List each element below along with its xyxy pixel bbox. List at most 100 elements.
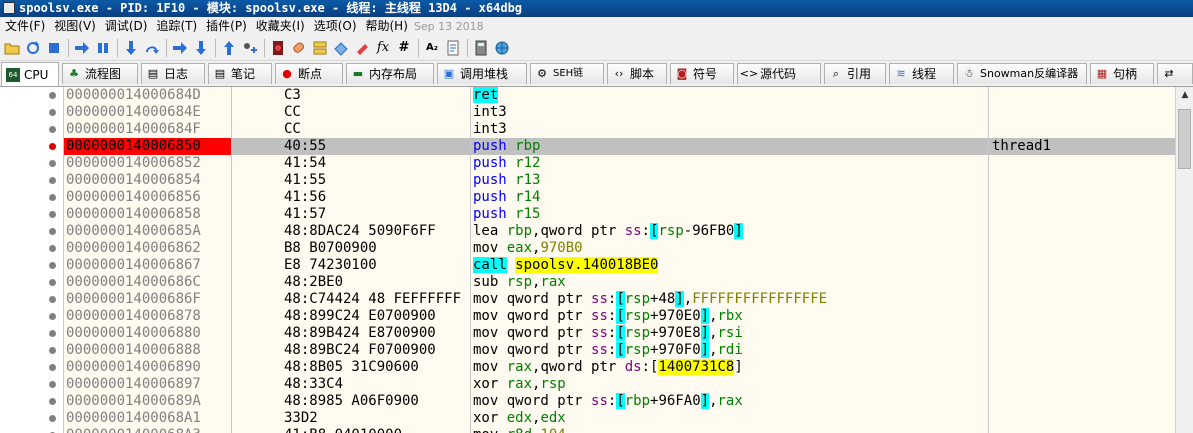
gutter-dot-icon[interactable] <box>49 262 56 269</box>
breakpoint-gutter[interactable] <box>0 87 63 104</box>
scroll-thumb[interactable] <box>1178 109 1191 169</box>
gutter-dot-icon[interactable] <box>49 398 56 405</box>
disasm-row[interactable]: 000000014000684D C3 ret <box>0 87 1175 104</box>
labels-icon[interactable] <box>332 39 350 57</box>
menu-options[interactable]: 选项(O) <box>309 17 361 35</box>
bookmarks-icon[interactable] <box>353 39 371 57</box>
breakpoint-gutter[interactable] <box>0 376 63 393</box>
disasm-row[interactable]: 000000014000689A 48:8985 A06F0900 mov qwor… <box>0 393 1175 410</box>
breakpoint-gutter[interactable] <box>0 342 63 359</box>
disasm-row[interactable]: 0000000140006854 41:55 push r13 <box>0 172 1175 189</box>
breakpoint-gutter[interactable] <box>0 121 63 138</box>
gutter-dot-icon[interactable] <box>49 228 56 235</box>
step-over-icon[interactable] <box>143 39 161 57</box>
disasm-row[interactable]: 0000000140006890 48:8B05 31C90600 mov rax,… <box>0 359 1175 376</box>
disasm-row[interactable]: 0000000140006858 41:57 push r15 <box>0 206 1175 223</box>
disasm-row[interactable]: 00000001400068A3 41:B8 04010000mov r8d,10… <box>0 427 1175 433</box>
menu-debug[interactable]: 调试(D) <box>100 17 152 35</box>
strings-icon[interactable] <box>444 39 462 57</box>
gutter-dot-icon[interactable] <box>49 109 56 116</box>
breakpoint-gutter[interactable] <box>0 427 63 433</box>
disassembly-view[interactable]: 000000014000684D C3 ret 000000014000684E CC i… <box>0 87 1193 433</box>
gutter-dot-icon[interactable] <box>49 347 56 354</box>
disasm-row[interactable]: 0000000140006862 B8 B0700900 mov eax,970B0 <box>0 240 1175 257</box>
scroll-up-icon[interactable]: ▲ <box>1178 87 1192 103</box>
tab-memory-map[interactable]: ▬ 内存布局 <box>346 63 434 84</box>
tab-cpu[interactable]: 64 CPU <box>1 62 59 86</box>
menu-help[interactable]: 帮助(H) <box>361 17 412 35</box>
tab-notes[interactable]: ▤ 笔记 <box>208 63 272 84</box>
menu-trace[interactable]: 追踪(T) <box>151 17 201 35</box>
breakpoint-gutter[interactable] <box>0 189 63 206</box>
tab-source[interactable]: <> 源代码 <box>737 63 821 84</box>
tab-seh[interactable]: ⚙ SEH链 <box>530 63 604 84</box>
breakpoint-gutter[interactable] <box>0 393 63 410</box>
breakpoint-gutter[interactable] <box>0 291 63 308</box>
tab-threads[interactable]: ≋ 线程 <box>889 63 954 84</box>
gutter-dot-icon[interactable] <box>49 126 56 133</box>
gutter-dot-icon[interactable] <box>49 330 56 337</box>
disasm-row[interactable]: 0000000140006850 40:55 push rbp thread1 <box>0 138 1175 155</box>
disasm-row[interactable]: 000000014000686F 48:C74424 48 FEFFFFFF mov… <box>0 291 1175 308</box>
tab-call-stack[interactable]: ▣ 调用堆栈 <box>437 63 527 84</box>
gutter-dot-icon[interactable] <box>49 177 56 184</box>
breakpoint-gutter[interactable] <box>0 359 63 376</box>
font-icon[interactable]: A₂ <box>423 39 441 57</box>
breakpoint-gutter[interactable] <box>0 240 63 257</box>
variables-icon[interactable]: # <box>395 39 413 57</box>
disasm-row[interactable]: 000000014000685A 48:8DAC24 5090F6FF lea rb… <box>0 223 1175 240</box>
tab-handles[interactable]: ▦ 句柄 <box>1090 63 1154 84</box>
disasm-row[interactable]: 0000000140006880 48:89B424 E8700900 mov qw… <box>0 325 1175 342</box>
gutter-dot-icon[interactable] <box>49 296 56 303</box>
tab-graph[interactable]: ♣ 流程图 <box>62 63 138 84</box>
breakpoint-dot-icon[interactable] <box>49 143 56 150</box>
gutter-dot-icon[interactable] <box>49 245 56 252</box>
gutter-dot-icon[interactable] <box>49 364 56 371</box>
run-icon[interactable] <box>73 39 91 57</box>
run-to-user-code-icon[interactable] <box>241 39 259 57</box>
breakpoint-gutter[interactable] <box>0 138 63 155</box>
restart-icon[interactable] <box>24 39 42 57</box>
breakpoint-gutter[interactable] <box>0 104 63 121</box>
menu-file[interactable]: 文件(F) <box>0 17 49 35</box>
tab-snowman[interactable]: ☃ Snowman反编译器 <box>957 63 1087 84</box>
tab-script[interactable]: ‹› 脚本 <box>607 63 667 84</box>
disasm-row[interactable]: 000000014000686C 48:2BE0 sub rsp,rax <box>0 274 1175 291</box>
globe-icon[interactable] <box>493 39 511 57</box>
tab-log[interactable]: ▤ 日志 <box>141 63 205 84</box>
gutter-dot-icon[interactable] <box>49 279 56 286</box>
gutter-dot-icon[interactable] <box>49 160 56 167</box>
trace-into-icon[interactable] <box>171 39 189 57</box>
gutter-dot-icon[interactable] <box>49 92 56 99</box>
pause-icon[interactable] <box>94 39 112 57</box>
vertical-scrollbar[interactable]: ▲ <box>1175 87 1193 433</box>
disasm-row[interactable]: 0000000140006856 41:56 push r14 <box>0 189 1175 206</box>
open-icon[interactable] <box>3 39 21 57</box>
menu-view[interactable]: 视图(V) <box>49 17 100 35</box>
calculator-icon[interactable] <box>472 39 490 57</box>
step-into-icon[interactable] <box>122 39 140 57</box>
breakpoint-gutter[interactable] <box>0 155 63 172</box>
breakpoint-gutter[interactable] <box>0 172 63 189</box>
disasm-row[interactable]: 0000000140006888 48:89BC24 F0700900 mov qw… <box>0 342 1175 359</box>
menu-plugins[interactable]: 插件(P) <box>201 17 251 35</box>
gutter-dot-icon[interactable] <box>49 211 56 218</box>
disasm-row[interactable]: 0000000140006867 E8 74230100 call spoolsv.… <box>0 257 1175 274</box>
tab-references[interactable]: ⌕ 引用 <box>824 63 886 84</box>
breakpoint-gutter[interactable] <box>0 325 63 342</box>
gutter-dot-icon[interactable] <box>49 415 56 422</box>
breakpoint-gutter[interactable] <box>0 206 63 223</box>
execute-till-return-icon[interactable] <box>220 39 238 57</box>
gutter-dot-icon[interactable] <box>49 381 56 388</box>
stop-icon[interactable] <box>45 39 63 57</box>
menu-favourites[interactable]: 收藏夹(I) <box>251 17 309 35</box>
trace-over-icon[interactable] <box>192 39 210 57</box>
breakpoint-gutter[interactable] <box>0 308 63 325</box>
disasm-row[interactable]: 000000014000684F CC int3 <box>0 121 1175 138</box>
disasm-row[interactable]: 0000000140006897 48:33C4 xor rax,rsp <box>0 376 1175 393</box>
disasm-row[interactable]: 000000014000684E CC int3 <box>0 104 1175 121</box>
gutter-dot-icon[interactable] <box>49 194 56 201</box>
gutter-dot-icon[interactable] <box>49 313 56 320</box>
functions-icon[interactable]: fx <box>374 39 392 57</box>
disasm-row[interactable]: 0000000140006878 48:899C24 E0700900 mov qw… <box>0 308 1175 325</box>
